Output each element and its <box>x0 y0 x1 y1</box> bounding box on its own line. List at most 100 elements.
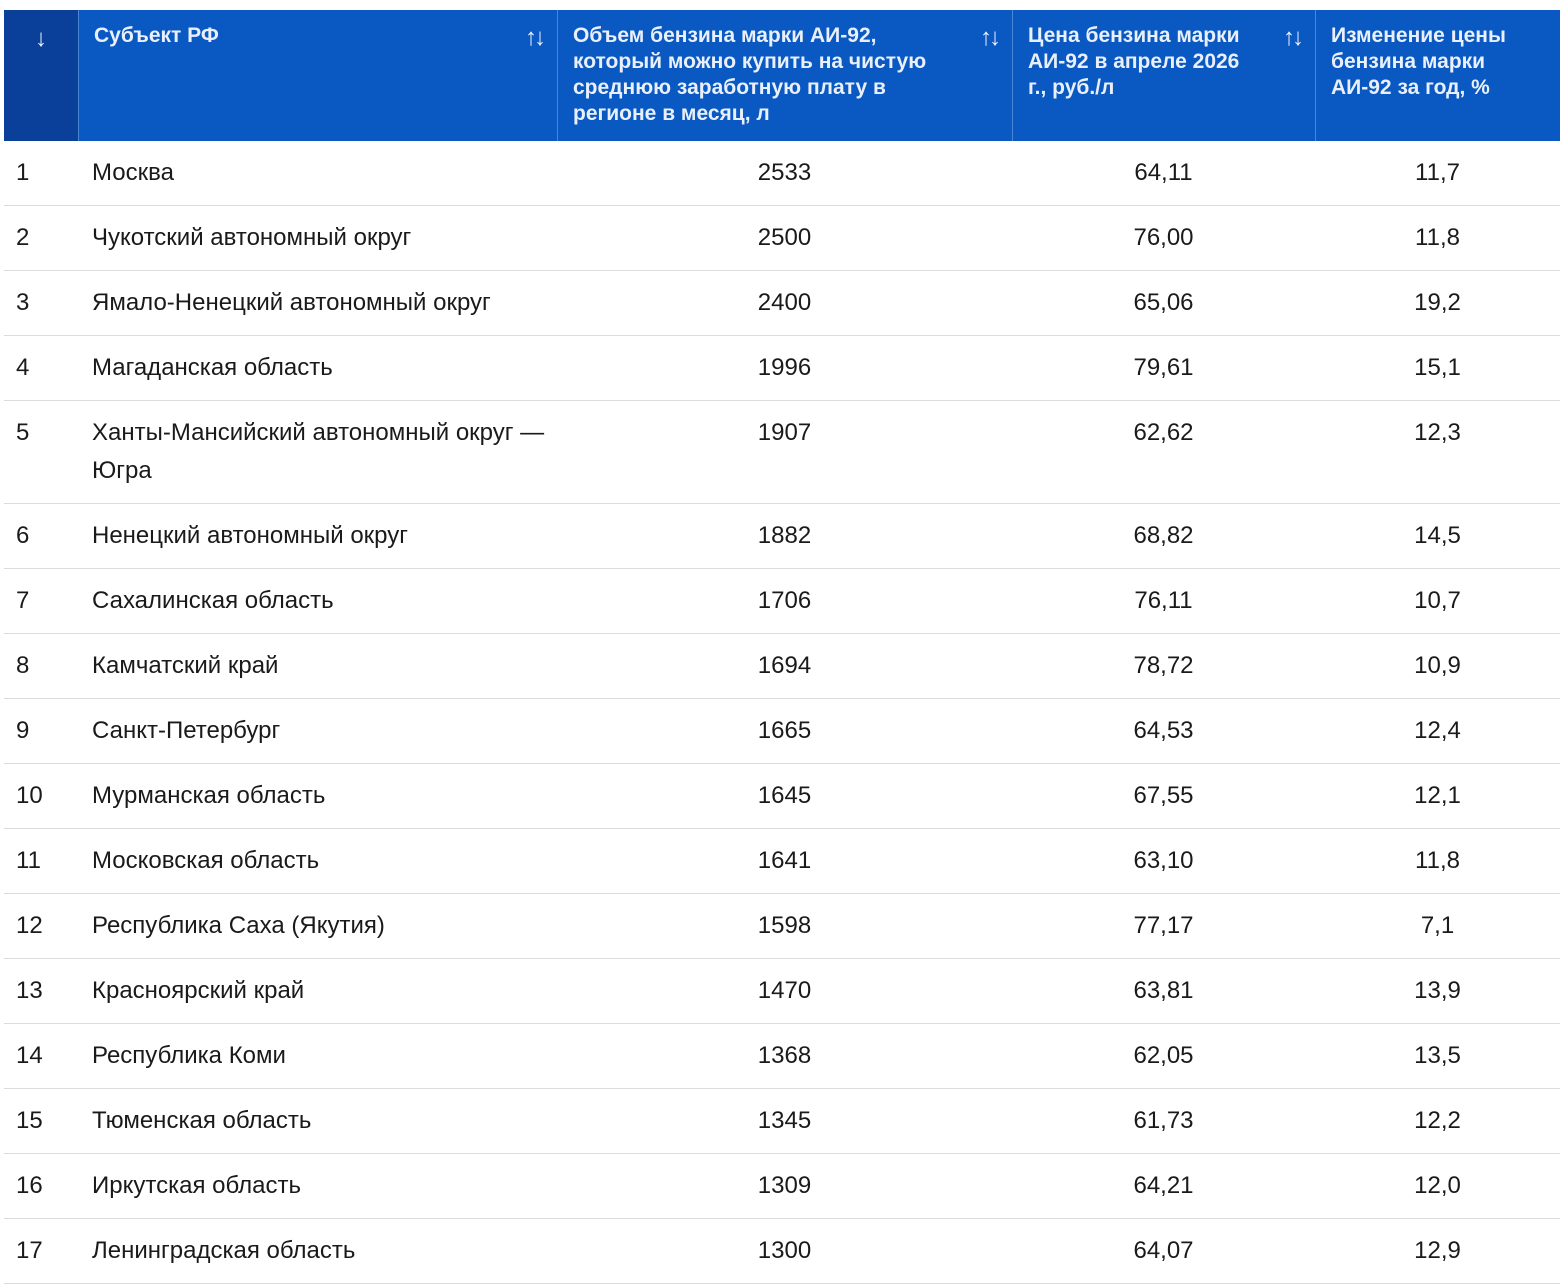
cell-price: 79,61 <box>1133 354 1194 381</box>
cell-volume: 1882 <box>757 522 812 549</box>
cell-price: 64,21 <box>1133 1172 1194 1199</box>
table-body: 1 Москва 2533 64,11 11,7 2 Чукотский автономны… <box>4 141 1560 1284</box>
cell-rank: 3 <box>16 289 30 316</box>
cell-rank: 17 <box>16 1237 43 1264</box>
cell-price-change: 12,1 <box>1414 782 1461 809</box>
cell-volume: 1694 <box>757 652 812 679</box>
cell-price: 62,05 <box>1133 1042 1194 1069</box>
cell-rank: 5 <box>16 419 30 446</box>
cell-price-change: 12,9 <box>1414 1237 1461 1264</box>
cell-region: Чукотский автономный округ <box>92 224 412 251</box>
table-row: 12 Республика Саха (Якутия) 1598 77,17 7,1 <box>4 894 1560 959</box>
column-header-volume[interactable]: Объем бензина марки АИ-92, который можно… <box>557 10 1012 141</box>
table-row: 9 Санкт-Петербург 1665 64,53 12,4 <box>4 699 1560 764</box>
sort-icon[interactable]: ↑↓ <box>980 25 1001 51</box>
cell-rank: 4 <box>16 354 30 381</box>
cell-region: Ямало-Ненецкий автономный округ <box>92 289 491 316</box>
cell-price-change: 12,4 <box>1414 717 1461 744</box>
cell-price: 77,17 <box>1133 912 1194 939</box>
cell-region: Республика Саха (Якутия) <box>92 912 385 939</box>
table-header: ↓ Субъект РФ ↑↓ Объем бензина марки АИ-9… <box>4 10 1560 141</box>
table-row: 11 Московская область 1641 63,10 11,8 <box>4 829 1560 894</box>
cell-volume: 2400 <box>757 289 812 316</box>
cell-price: 64,07 <box>1133 1237 1194 1264</box>
cell-price: 78,72 <box>1133 652 1194 679</box>
cell-price: 64,11 <box>1134 159 1193 186</box>
cell-rank: 10 <box>16 782 43 809</box>
cell-price-change: 10,9 <box>1414 652 1461 679</box>
cell-volume: 1309 <box>757 1172 812 1199</box>
cell-rank: 15 <box>16 1107 43 1134</box>
cell-region: Ленинградская область <box>92 1237 356 1264</box>
cell-rank: 12 <box>16 912 43 939</box>
cell-volume: 1706 <box>757 587 812 614</box>
sort-icon[interactable]: ↑↓ <box>525 25 546 51</box>
cell-rank: 8 <box>16 652 30 679</box>
cell-region: Иркутская область <box>92 1172 301 1199</box>
cell-region: Тюменская область <box>92 1107 312 1134</box>
sort-icon[interactable]: ↑↓ <box>1283 25 1304 51</box>
table-row: 1 Москва 2533 64,11 11,7 <box>4 141 1560 206</box>
cell-price: 63,81 <box>1133 977 1194 1004</box>
cell-price-change: 12,3 <box>1414 419 1461 446</box>
cell-price-change: 14,5 <box>1414 522 1461 549</box>
cell-region: Красноярский край <box>92 977 305 1004</box>
cell-volume: 1368 <box>757 1042 812 1069</box>
cell-region: Москва <box>92 159 174 186</box>
cell-rank: 6 <box>16 522 30 549</box>
column-header-label: Цена бензина марки АИ-92 в апреле 2026 г… <box>1028 24 1240 99</box>
cell-volume: 1300 <box>757 1237 812 1264</box>
table-row: 6 Ненецкий автономный округ 1882 68,82 14,5 <box>4 504 1560 569</box>
cell-volume: 2500 <box>757 224 812 251</box>
column-header-rank[interactable]: ↓ <box>4 10 78 141</box>
cell-price: 62,62 <box>1133 419 1194 446</box>
column-header-region[interactable]: Субъект РФ ↑↓ <box>78 10 557 141</box>
cell-volume: 1645 <box>757 782 812 809</box>
cell-price: 76,11 <box>1134 587 1193 614</box>
cell-rank: 14 <box>16 1042 43 1069</box>
cell-price-change: 10,7 <box>1414 587 1461 614</box>
cell-price-change: 19,2 <box>1414 289 1461 316</box>
cell-rank: 1 <box>16 159 30 186</box>
cell-price-change: 13,5 <box>1414 1042 1461 1069</box>
cell-volume: 1665 <box>757 717 812 744</box>
table-row: 14 Республика Коми 1368 62,05 13,5 <box>4 1024 1560 1089</box>
cell-price: 67,55 <box>1133 782 1194 809</box>
table-row: 13 Красноярский край 1470 63,81 13,9 <box>4 959 1560 1024</box>
cell-price-change: 11,7 <box>1415 159 1460 186</box>
column-header-label: Изменение цены бензина марки АИ-92 за го… <box>1331 24 1506 99</box>
cell-price-change: 7,1 <box>1420 912 1455 939</box>
column-header-label: Объем бензина марки АИ-92, который можно… <box>573 24 927 125</box>
cell-volume: 1907 <box>757 419 812 446</box>
cell-region: Мурманская область <box>92 782 326 809</box>
cell-volume: 1470 <box>757 977 812 1004</box>
table-row: 3 Ямало-Ненецкий автономный округ 2400 65,0… <box>4 271 1560 336</box>
table-row: 5 Ханты-Мансийский автономный округ — Югр… <box>4 401 1560 504</box>
arrow-down-icon: ↓ <box>35 25 47 52</box>
cell-volume: 1641 <box>757 847 812 874</box>
table-row: 10 Мурманская область 1645 67,55 12,1 <box>4 764 1560 829</box>
cell-price-change: 13,9 <box>1414 977 1461 1004</box>
cell-price: 64,53 <box>1133 717 1194 744</box>
cell-price: 61,73 <box>1133 1107 1194 1134</box>
cell-rank: 13 <box>16 977 43 1004</box>
cell-rank: 2 <box>16 224 30 251</box>
table-row: 2 Чукотский автономный округ 2500 76,00 11,8 <box>4 206 1560 271</box>
cell-price: 63,10 <box>1133 847 1194 874</box>
table-row: 16 Иркутская область 1309 64,21 12,0 <box>4 1154 1560 1219</box>
cell-price-change: 11,8 <box>1415 224 1460 251</box>
cell-rank: 16 <box>16 1172 43 1199</box>
table-row: 15 Тюменская область 1345 61,73 12,2 <box>4 1089 1560 1154</box>
cell-price: 65,06 <box>1133 289 1194 316</box>
column-header-price-change: Изменение цены бензина марки АИ-92 за го… <box>1315 10 1560 141</box>
cell-volume: 1996 <box>757 354 812 381</box>
cell-region: Камчатский край <box>92 652 279 679</box>
table-row: 7 Сахалинская область 1706 76,11 10,7 <box>4 569 1560 634</box>
cell-rank: 7 <box>16 587 30 614</box>
cell-region: Магаданская область <box>92 354 333 381</box>
column-header-price[interactable]: Цена бензина марки АИ-92 в апреле 2026 г… <box>1012 10 1315 141</box>
cell-price: 68,82 <box>1133 522 1194 549</box>
cell-region: Ненецкий автономный округ <box>92 522 409 549</box>
table-row: 17 Ленинградская область 1300 64,07 12,9 <box>4 1219 1560 1284</box>
cell-region: Санкт-Петербург <box>92 717 281 744</box>
